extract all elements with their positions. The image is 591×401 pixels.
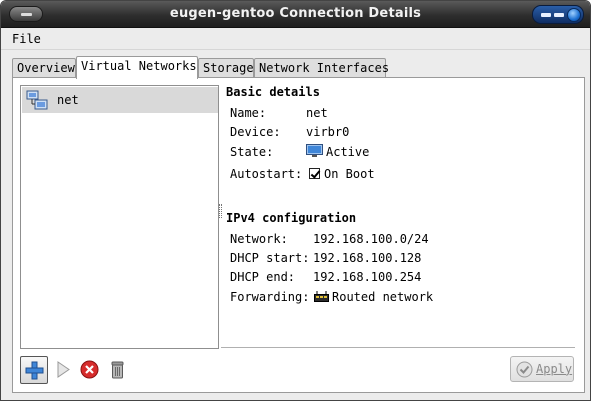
menu-bar: File <box>1 28 590 50</box>
tab-overview[interactable]: Overview <box>12 58 76 78</box>
window-title: eugen-gentoo Connection Details <box>169 6 422 21</box>
forwarding-value: Routed network <box>332 290 434 304</box>
tab-virtual-networks[interactable]: Virtual Networks <box>76 56 198 79</box>
network-details: Basic details Name: net Device: virbr0 S… <box>226 78 581 350</box>
splitter-handle[interactable] <box>219 204 222 218</box>
plus-icon <box>25 361 44 380</box>
autostart-checkbox[interactable] <box>309 168 320 179</box>
state-display: Active <box>306 144 369 159</box>
virtual-networks-panel: net Basic details Name: net Device: virb… <box>12 77 585 393</box>
delete-network-button[interactable] <box>104 356 132 384</box>
start-network-button[interactable] <box>49 356 77 384</box>
add-network-button[interactable] <box>20 356 48 384</box>
tab-network-interfaces[interactable]: Network Interfaces <box>254 58 389 78</box>
apply-check-icon <box>516 361 533 378</box>
maximize-icon[interactable] <box>554 13 564 17</box>
device-value: virbr0 <box>306 125 350 139</box>
forwarding-label: Forwarding: <box>230 290 310 304</box>
autostart-control[interactable]: On Boot <box>309 167 375 181</box>
monitor-active-icon <box>306 144 323 157</box>
state-value: Active <box>326 145 370 159</box>
list-item-label: net <box>57 93 79 107</box>
forwarding-display: Routed network <box>314 290 433 304</box>
name-value: net <box>306 106 328 120</box>
stop-network-button[interactable] <box>76 356 104 384</box>
dhcp-start-label: DHCP start: <box>230 251 310 265</box>
dhcp-end-label: DHCP end: <box>230 270 296 284</box>
close-icon[interactable] <box>567 8 581 22</box>
play-icon <box>57 361 70 378</box>
ipv4-heading: IPv4 configuration <box>226 211 357 225</box>
autostart-label: Autostart: <box>230 167 303 181</box>
device-label: Device: <box>230 125 281 139</box>
connection-details-window: eugen-gentoo Connection Details File Ove… <box>0 0 591 401</box>
router-icon <box>314 291 329 302</box>
trash-icon <box>111 361 124 379</box>
network-value: 192.168.100.0/24 <box>313 232 429 246</box>
tab-storage[interactable]: Storage <box>198 58 254 78</box>
network-label: Network: <box>230 232 288 246</box>
apply-button[interactable]: Apply <box>510 356 574 382</box>
dhcp-start-value: 192.168.100.128 <box>313 251 422 265</box>
state-label: State: <box>230 145 274 159</box>
minimize-icon[interactable] <box>541 13 551 17</box>
name-label: Name: <box>230 106 267 120</box>
list-item-net[interactable]: net <box>22 87 218 113</box>
apply-label: Apply <box>536 362 573 376</box>
network-list[interactable]: net <box>20 85 219 349</box>
dhcp-end-value: 192.168.100.254 <box>313 270 422 284</box>
autostart-value: On Boot <box>324 167 375 181</box>
menu-file[interactable]: File <box>12 32 41 46</box>
network-icon <box>26 90 48 110</box>
title-bar[interactable]: eugen-gentoo Connection Details <box>1 1 590 28</box>
window-controls <box>532 5 584 24</box>
basic-details-heading: Basic details <box>226 85 320 99</box>
stop-icon <box>80 360 99 379</box>
separator <box>221 347 575 348</box>
